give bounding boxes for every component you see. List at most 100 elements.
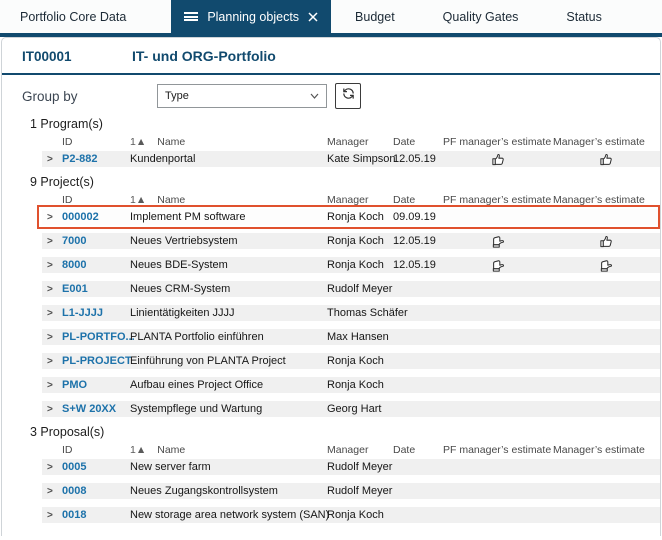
column-manager[interactable]: Manager — [327, 194, 393, 206]
table-row[interactable]: > PL-PORTFO... PLANTA Portfolio einführe… — [42, 329, 660, 345]
table-row[interactable]: > P2-882 Kundenportal Kate Simpson 12.05… — [42, 151, 660, 167]
table-row[interactable]: > 7000 Neues Vertriebsystem Ronja Koch 1… — [42, 233, 660, 249]
table-row[interactable]: > 000002 Implement PM software Ronja Koc… — [37, 205, 660, 229]
sort-indicator[interactable]: 1▲ — [130, 444, 146, 456]
column-id[interactable]: ID — [62, 136, 130, 148]
column-mgr-estimate[interactable]: Manager’s estimate — [553, 136, 660, 148]
column-date[interactable]: Date — [393, 444, 443, 456]
row-name: Kundenportal — [130, 153, 196, 165]
sort-indicator[interactable]: 1▲ — [130, 194, 146, 206]
close-icon[interactable] — [308, 11, 318, 22]
column-name[interactable]: Name — [157, 136, 185, 148]
pf-estimate-cell[interactable] — [443, 234, 553, 249]
thumb-right-icon[interactable] — [491, 234, 506, 249]
table-row[interactable]: > 0008 Neues Zugangskontrollsystem Rudol… — [42, 483, 660, 499]
column-name[interactable]: Name — [157, 194, 185, 206]
table-row[interactable]: > PMO Aufbau eines Project Office Ronja … — [42, 377, 660, 393]
tab-label: Status — [566, 9, 602, 24]
column-pf-estimate[interactable]: PF manager’s estimate — [443, 194, 553, 206]
chevron-right-icon[interactable]: > — [42, 486, 62, 497]
row-id[interactable]: 0018 — [62, 509, 130, 521]
column-name[interactable]: Name — [157, 444, 185, 456]
mgr-estimate-cell[interactable] — [553, 258, 660, 273]
table-row[interactable]: > 0018 New storage area network system (… — [42, 507, 660, 523]
object-section: 9 Project(s) ID 1▲ Name Manager Date PF … — [2, 175, 660, 417]
pf-estimate-cell[interactable] — [443, 152, 553, 167]
section-rows: > 000002 Implement PM software Ronja Koc… — [2, 205, 660, 417]
row-manager: Ronja Koch — [327, 211, 384, 223]
row-manager: Rudolf Meyer — [327, 485, 393, 497]
row-id[interactable]: L1-JJJJ — [62, 307, 130, 319]
pf-estimate-cell[interactable] — [443, 258, 553, 273]
column-date[interactable]: Date — [393, 194, 443, 206]
chevron-right-icon[interactable]: > — [42, 404, 62, 415]
table-row[interactable]: > S+W 20XX Systempflege und Wartung Geor… — [42, 401, 660, 417]
row-name: Linientätigkeiten JJJJ — [130, 307, 235, 319]
refresh-button[interactable] — [335, 83, 361, 109]
chevron-right-icon[interactable]: > — [42, 236, 62, 247]
chevron-right-icon[interactable]: > — [42, 308, 62, 319]
table-row[interactable]: > PL-PROJECT Einführung von PLANTA Proje… — [42, 353, 660, 369]
thumb-right-icon[interactable] — [599, 258, 614, 273]
row-id[interactable]: PL-PROJECT — [62, 355, 132, 367]
thumb-up-icon[interactable] — [491, 152, 506, 167]
row-manager: Rudolf Meyer — [327, 461, 393, 473]
column-date[interactable]: Date — [393, 136, 443, 148]
hamburger-icon[interactable] — [184, 11, 199, 23]
column-id[interactable]: ID — [62, 444, 130, 456]
column-mgr-estimate[interactable]: Manager’s estimate — [553, 194, 660, 206]
row-id[interactable]: 8000 — [62, 259, 130, 271]
column-manager[interactable]: Manager — [327, 444, 393, 456]
sort-indicator[interactable]: 1▲ — [130, 136, 146, 148]
row-manager: Ronja Koch — [327, 355, 384, 367]
column-pf-estimate[interactable]: PF manager’s estimate — [443, 136, 553, 148]
tab-budget[interactable]: Budget — [331, 0, 419, 33]
chevron-right-icon[interactable]: > — [42, 462, 62, 473]
tab-quality-gates[interactable]: Quality Gates — [419, 0, 543, 33]
column-manager[interactable]: Manager — [327, 136, 393, 148]
tab-bar: Portfolio Core Data Planning objects Bud… — [0, 0, 662, 33]
section-title: 9 Project(s) — [30, 175, 94, 189]
chevron-right-icon[interactable]: > — [42, 284, 62, 295]
table-row[interactable]: > E001 Neues CRM-System Rudolf Meyer — [42, 281, 660, 297]
row-id[interactable]: 7000 — [62, 235, 130, 247]
row-id[interactable]: S+W 20XX — [62, 403, 130, 415]
table-row[interactable]: > L1-JJJJ Linientätigkeiten JJJJ Thomas … — [42, 305, 660, 321]
thumb-right-icon[interactable] — [491, 258, 506, 273]
tab-label: Portfolio Core Data — [20, 9, 127, 24]
row-id[interactable]: P2-882 — [62, 153, 130, 165]
chevron-right-icon[interactable]: > — [42, 332, 62, 343]
column-header-row: ID 1▲ Name Manager Date PF manager’s est… — [42, 443, 660, 456]
chevron-right-icon[interactable]: > — [42, 260, 62, 271]
row-id[interactable]: 000002 — [62, 211, 130, 223]
chevron-right-icon[interactable]: > — [42, 510, 62, 521]
row-id[interactable]: PMO — [62, 379, 130, 391]
table-row[interactable]: > 8000 Neues BDE-System Ronja Koch 12.05… — [42, 257, 660, 273]
thumb-up-icon[interactable] — [599, 234, 614, 249]
thumb-up-icon[interactable] — [599, 152, 614, 167]
row-date: 09.09.19 — [393, 211, 436, 223]
row-manager: Max Hansen — [327, 331, 389, 343]
row-manager: Ronja Koch — [327, 259, 384, 271]
chevron-right-icon[interactable]: > — [42, 154, 62, 165]
row-id[interactable]: 0008 — [62, 485, 130, 497]
table-row[interactable]: > 0005 New server farm Rudolf Meyer — [42, 459, 660, 475]
chevron-right-icon[interactable]: > — [42, 356, 62, 367]
tab-portfolio-core-data[interactable]: Portfolio Core Data — [0, 0, 146, 33]
tab-planning-objects[interactable]: Planning objects — [171, 0, 332, 33]
section-title: 1 Program(s) — [30, 117, 103, 131]
row-id[interactable]: PL-PORTFO... — [62, 331, 135, 343]
column-mgr-estimate[interactable]: Manager’s estimate — [553, 444, 660, 456]
tab-status[interactable]: Status — [542, 0, 625, 33]
chevron-down-icon — [310, 90, 319, 102]
column-id[interactable]: ID — [62, 194, 130, 206]
group-by-select[interactable]: Type — [157, 84, 327, 108]
chevron-right-icon[interactable]: > — [42, 380, 62, 391]
mgr-estimate-cell[interactable] — [553, 152, 660, 167]
mgr-estimate-cell[interactable] — [553, 234, 660, 249]
row-id[interactable]: 0005 — [62, 461, 130, 473]
row-id[interactable]: E001 — [62, 283, 130, 295]
column-pf-estimate[interactable]: PF manager’s estimate — [443, 444, 553, 456]
portfolio-title: IT- und ORG-Portfolio — [132, 48, 276, 64]
chevron-right-icon[interactable]: > — [42, 212, 62, 223]
